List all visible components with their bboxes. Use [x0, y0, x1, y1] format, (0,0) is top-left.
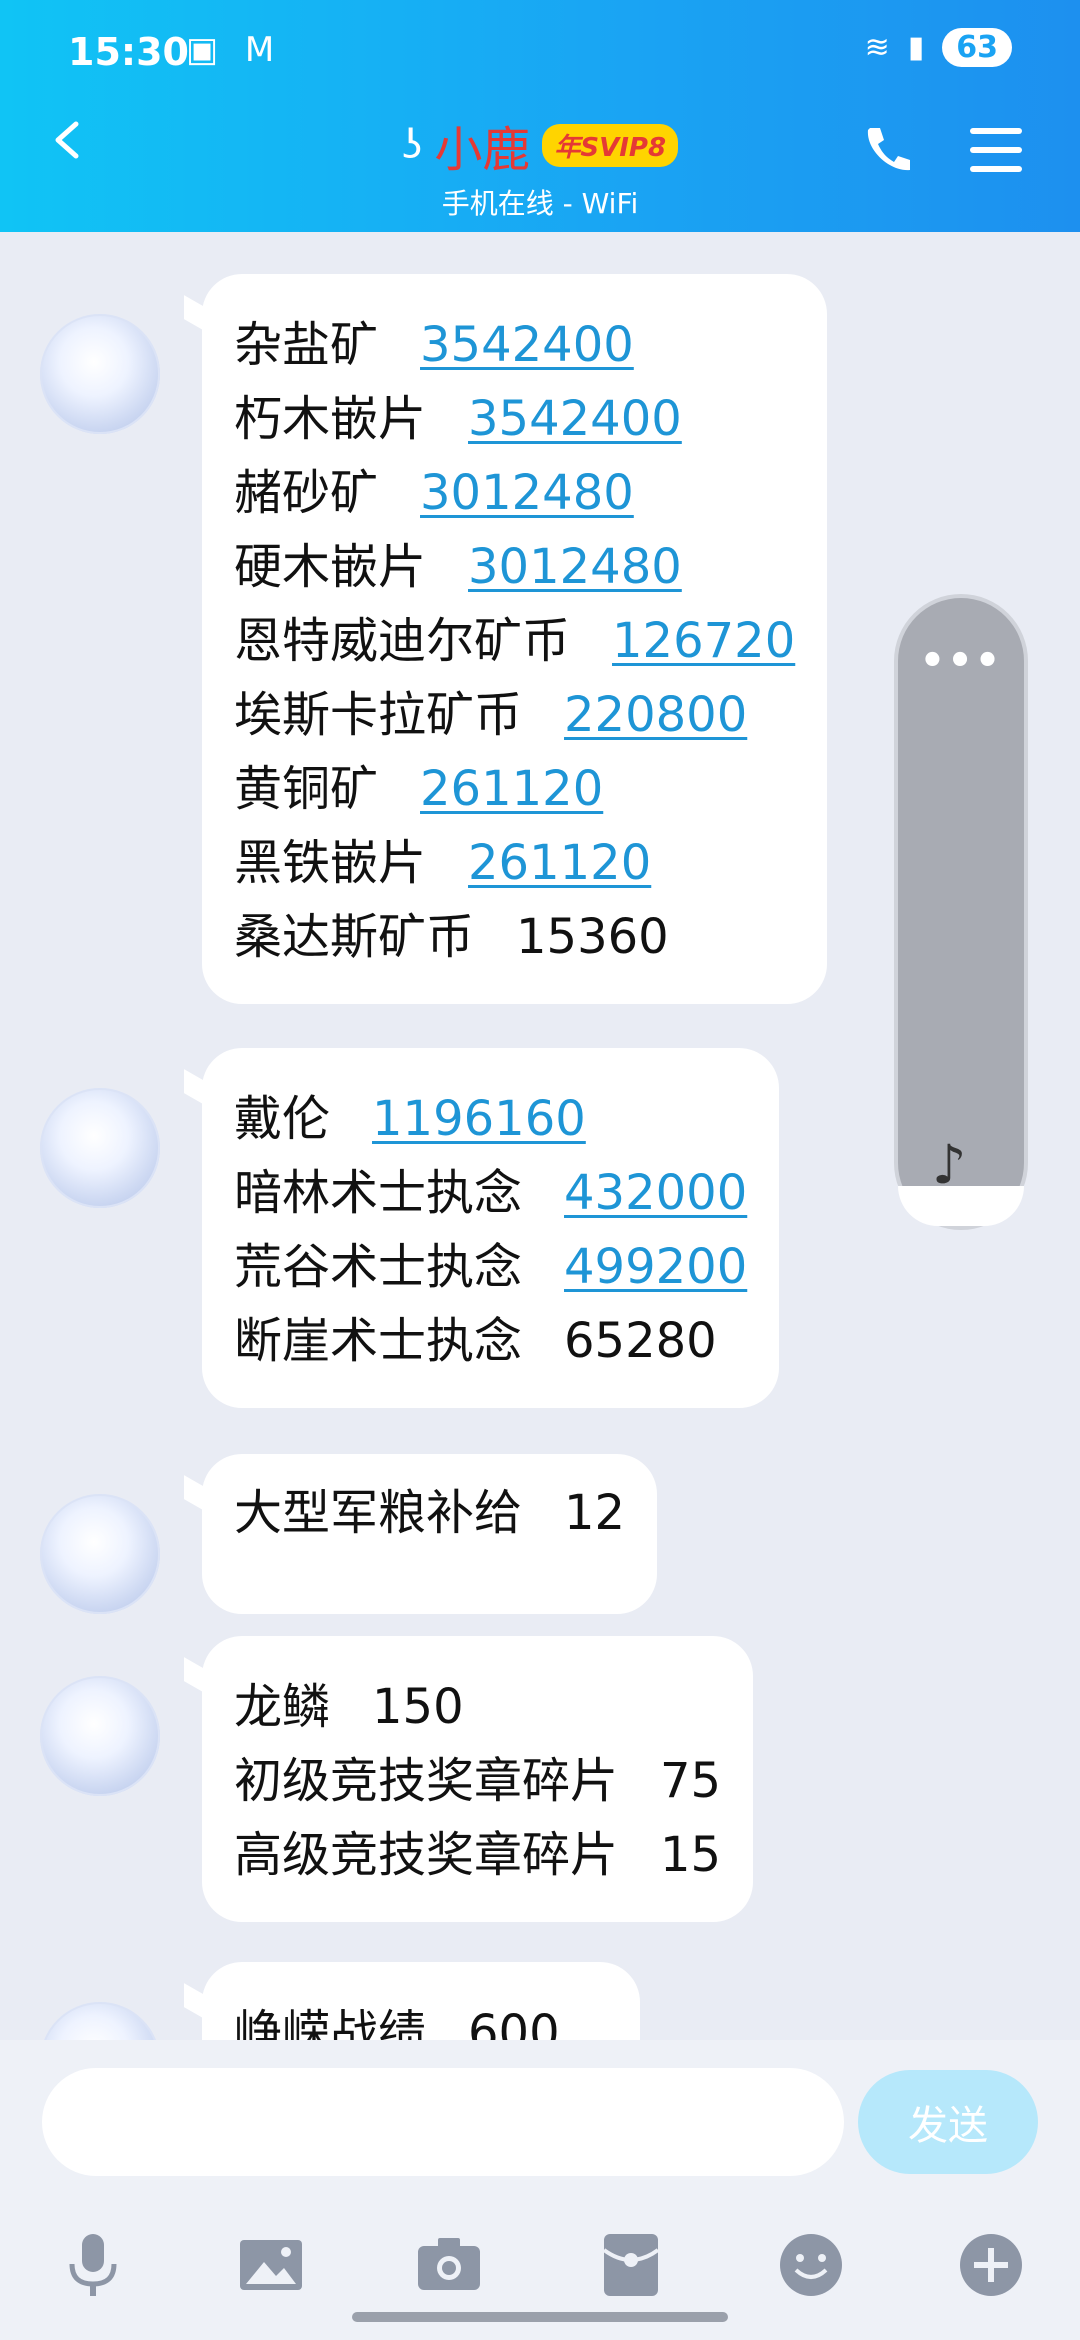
list-item: 硬木嵌片 3012480 [234, 539, 682, 595]
ear-icon: ʖ [401, 122, 423, 168]
number-value: 12 [564, 1485, 626, 1541]
message-bubble[interactable]: 龙鳞 150 初级竞技奖章碎片 75 高级竞技奖章碎片 15 [202, 1636, 754, 1922]
menu-icon[interactable] [970, 128, 1022, 172]
list-item: 黑铁嵌片 261120 [234, 835, 652, 891]
number-link[interactable]: 3542400 [468, 391, 682, 447]
number-link[interactable]: 3012480 [468, 539, 682, 595]
number-value: 150 [372, 1679, 464, 1735]
home-indicator[interactable] [352, 2312, 728, 2322]
music-note-icon[interactable]: ♪ [932, 1133, 966, 1196]
top-bar: 15:30 ▣ M ≋ ▮ 63 ʖ 小鹿 年SVIP8 手机在线 - WiFi [0, 0, 1080, 232]
number-link[interactable]: 220800 [564, 687, 747, 743]
number-link[interactable]: 126720 [612, 613, 795, 669]
red-packet-icon[interactable] [596, 2230, 666, 2300]
message-5: 峥嵘战绩 600 [40, 1962, 640, 2040]
floating-music-panel[interactable]: ••• ♪ [898, 598, 1024, 1226]
send-button[interactable]: 发送 [858, 2070, 1038, 2174]
avatar[interactable] [40, 1088, 160, 1208]
status-right: ≋ ▮ 63 [865, 28, 1012, 67]
list-item: 龙鳞 150 [234, 1679, 464, 1735]
message-bubble[interactable]: 峥嵘战绩 600 [202, 1962, 640, 2040]
message-3: 大型军粮补给 12 [40, 1454, 658, 1614]
list-item: 暗林术士执念 432000 [234, 1165, 748, 1221]
number-link[interactable]: 3542400 [420, 317, 634, 373]
more-dots-icon[interactable]: ••• [898, 638, 1024, 684]
avatar[interactable] [40, 314, 160, 434]
list-item: 朽木嵌片 3542400 [234, 391, 682, 447]
image-icon[interactable] [236, 2230, 306, 2300]
list-item: 恩特威迪尔矿币 126720 [234, 613, 796, 669]
number-value: 65280 [564, 1313, 717, 1369]
wifi-icon: ≋ [864, 30, 890, 65]
chat-title[interactable]: ʖ 小鹿 年SVIP8 手机在线 - WiFi [0, 110, 1080, 222]
camera-icon[interactable] [414, 2230, 484, 2300]
number-value: 75 [660, 1753, 722, 1809]
microphone-icon[interactable] [58, 2230, 128, 2300]
list-item: 大型军粮补给 12 [234, 1485, 626, 1541]
number-link[interactable]: 261120 [468, 835, 651, 891]
svip-badge: 年SVIP8 [542, 123, 679, 167]
message-bubble[interactable]: 戴伦 1196160 暗林术士执念 432000 荒谷术士执念 499200 断崖术士… [202, 1048, 780, 1408]
message-input[interactable] [42, 2068, 844, 2176]
list-item: 杂盐矿 3542400 [234, 317, 634, 373]
avatar[interactable] [40, 2002, 160, 2040]
contact-name: 小鹿 [434, 122, 531, 178]
number-link[interactable]: 499200 [564, 1239, 747, 1295]
list-item: 高级竞技奖章碎片 15 [234, 1827, 722, 1883]
avatar[interactable] [40, 1676, 160, 1796]
toolbar [0, 2230, 1080, 2320]
number-value: 15 [660, 1827, 722, 1883]
signal-icon: ▮ [907, 30, 925, 65]
phone-call-icon[interactable] [860, 122, 914, 176]
number-value: 600 [468, 2005, 560, 2040]
list-item: 黄铜矿 261120 [234, 761, 604, 817]
emoji-icon[interactable] [776, 2230, 846, 2300]
number-link[interactable]: 1196160 [372, 1091, 586, 1147]
list-item: 赭砂矿 3012480 [234, 465, 634, 521]
list-item: 埃斯卡拉矿币 220800 [234, 687, 748, 743]
status-time: 15:30 [68, 30, 189, 74]
message-4: 龙鳞 150 初级竞技奖章碎片 75 高级竞技奖章碎片 15 [40, 1636, 754, 1922]
status-notification-icons: ▣ M [186, 30, 283, 70]
plus-icon[interactable] [956, 2230, 1026, 2300]
battery-indicator: 63 [942, 28, 1012, 67]
online-status: 手机在线 - WiFi [441, 187, 639, 220]
input-bar: 发送 [0, 2040, 1080, 2340]
message-bubble[interactable]: 大型军粮补给 12 [202, 1454, 658, 1614]
list-item: 断崖术士执念 65280 [234, 1313, 717, 1369]
list-item: 荒谷术士执念 499200 [234, 1239, 748, 1295]
number-link[interactable]: 261120 [420, 761, 603, 817]
number-link[interactable]: 432000 [564, 1165, 747, 1221]
list-item: 初级竞技奖章碎片 75 [234, 1753, 722, 1809]
list-item: 桑达斯矿币 15360 [234, 909, 669, 965]
number-link[interactable]: 3012480 [420, 465, 634, 521]
message-1: 杂盐矿 3542400 朽木嵌片 3542400 赭砂矿 3012480 硬木嵌片 30… [40, 274, 828, 1004]
message-bubble[interactable]: 杂盐矿 3542400 朽木嵌片 3542400 赭砂矿 3012480 硬木嵌片 30… [202, 274, 828, 1004]
list-item: 峥嵘战绩 600 [234, 1996, 560, 2040]
list-item: 戴伦 1196160 [234, 1091, 586, 1147]
number-value: 15360 [516, 909, 669, 965]
message-2: 戴伦 1196160 暗林术士执念 432000 荒谷术士执念 499200 断崖术士… [40, 1048, 780, 1408]
avatar[interactable] [40, 1494, 160, 1614]
